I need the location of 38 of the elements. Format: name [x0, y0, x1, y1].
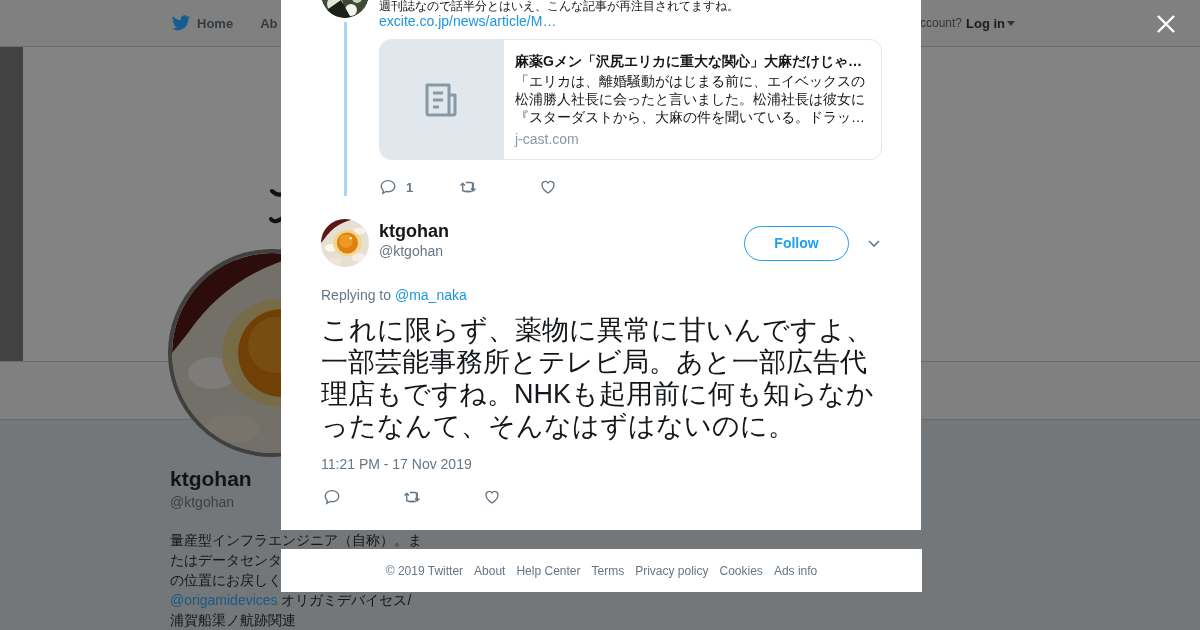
footer-link[interactable]: Terms: [591, 563, 625, 578]
card-domain: j-cast.com: [515, 130, 580, 148]
user-handle: @ktgohan: [379, 242, 445, 260]
article-link[interactable]: excite.co.jp/news/article/M…: [379, 12, 557, 30]
account-prompt: ccount?: [919, 16, 962, 30]
bio-text: 量産型インフラエンジニア（自称）。ま: [170, 531, 422, 550]
like-icon[interactable]: [483, 488, 501, 506]
bio-text: たはデータセンタ: [170, 551, 282, 570]
tweet-timestamp: 11:21 PM - 17 Nov 2019: [321, 455, 473, 473]
footer-link[interactable]: Ads info: [773, 563, 818, 578]
mention-link[interactable]: @ma_naka: [394, 287, 467, 303]
user-name[interactable]: ktgohan: [379, 220, 449, 242]
card-description: 「エリカは、離婚騒動がはじまる前に、エイベックスの松浦勝人社長に会ったと言いました。松浦社長は彼女に『スターダストから、大麻の件を聞いている。ドラッ…: [515, 72, 866, 126]
login-link[interactable]: Log in: [966, 15, 1005, 31]
close-icon[interactable]: [1156, 14, 1176, 34]
link-card[interactable]: 麻薬Gメン「沢尻エリカに重大な関心」大麻だけじゃ… 「エリカは、離婚騒動がはじまる前に、エイベックスの松浦勝人社長に会ったと言いました。松浦社長は彼女に『スターダストから、大麻の件を聞いている。ドラッ… j-cast.com: [379, 39, 882, 160]
like-icon[interactable]: [539, 178, 557, 196]
card-title: 麻薬Gメン「沢尻エリカに重大な関心」大麻だけじゃ…: [515, 52, 863, 71]
profile-name: ktgohan: [170, 467, 252, 491]
footer-link[interactable]: About: [474, 563, 506, 578]
replying-to-text: Replying to @ma_naka: [321, 286, 468, 304]
reply-icon[interactable]: [379, 178, 397, 196]
caret-icon[interactable]: [1007, 20, 1015, 26]
follow-button[interactable]: Follow: [744, 225, 849, 261]
nav-link[interactable]: Home: [197, 15, 234, 31]
copyright-text: © 2019 Twitter: [385, 563, 464, 578]
nav-link[interactable]: Ab: [260, 15, 278, 31]
reply-icon[interactable]: [323, 488, 341, 506]
footer-link[interactable]: Privacy policy: [635, 563, 709, 578]
footer-link[interactable]: Help Center: [516, 563, 581, 578]
tweet-text: 週刊誌なので話半分とはいえ、こんな記事が再注目されてますね。: [379, 0, 740, 12]
bio-text: 浦賀船渠ノ航跡関連: [170, 611, 296, 630]
bio-text: オリガミデバイセス/: [281, 592, 412, 608]
bio-text: の位置にお戻しく: [170, 571, 282, 590]
footer-link[interactable]: Cookies: [719, 563, 763, 578]
profile-handle: @ktgohan: [170, 493, 235, 512]
tweet-text: これに限らず、薬物に異常に甘いんですよ、一部芸能事務所とテレビ局。あと一部広告代理店もですね。NHKも起用前に何も知らなかったなんて、そんなはずはないのに。: [321, 314, 875, 442]
reply-count: 1: [406, 179, 414, 195]
